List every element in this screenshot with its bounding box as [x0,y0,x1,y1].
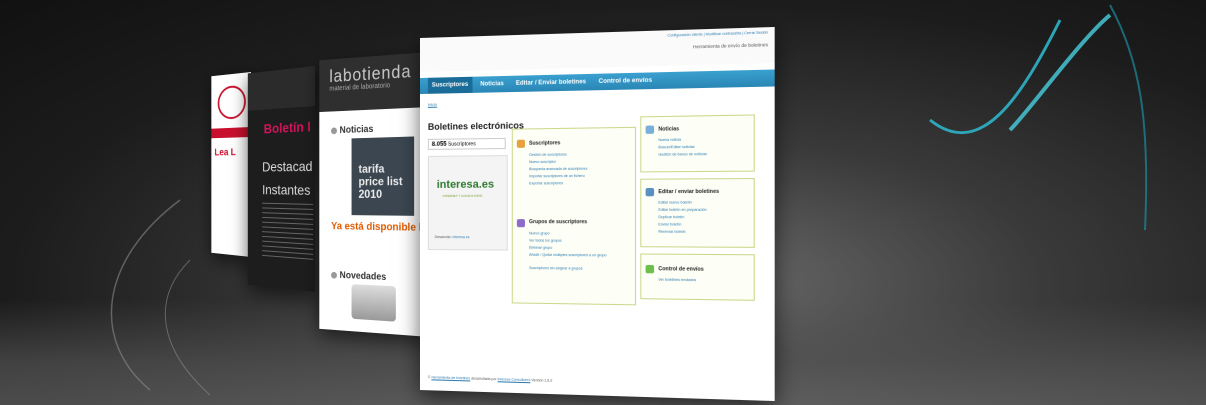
product-image [351,284,396,322]
dark-header [247,66,315,111]
main-nav: Suscriptores Noticias Editar / Enviar bo… [420,69,775,94]
interesa-logo: interesa.es [436,178,495,191]
subscribers-panel: Suscriptores Gestión de suscriptores Nue… [511,126,637,306]
section-title: Noticias [658,126,680,133]
showcase-background: Lea L Boletín I Destacad Instantes labot… [0,0,1206,405]
footer-tool-link[interactable]: Herramienta de boletines [431,375,470,380]
link[interactable]: Eliminar grupo [529,246,552,250]
footer-company-link[interactable]: Interesa Consultores [498,377,531,382]
newsletter-preview-red: Lea L [211,72,251,257]
link[interactable]: Ver todos los grupos [529,238,562,242]
section-title: Control de envíos [658,266,704,273]
news-icon [645,125,655,134]
edit-send-panel: Editar / enviar boletines Editar nuevo b… [640,177,755,248]
link[interactable]: Ver boletines enviados [658,278,696,283]
bullet-icon [331,271,337,279]
red-band [211,127,251,139]
link[interactable]: Nueva noticia [658,138,681,142]
headline: Ya está disponible la t [331,220,430,235]
link[interactable]: Gestión de suscriptores [529,152,567,156]
edit-icon [645,187,655,197]
brand-slogan: INTERNET Y CONSULTORÍA [442,193,483,198]
link[interactable]: Duplicar boletín [658,215,684,219]
link[interactable]: Reenviar boletín [658,230,685,234]
users-icon [516,139,525,148]
breadcrumb[interactable]: Inicio [428,102,437,107]
section-title: Grupos de suscriptores [529,219,588,226]
group-icon [516,219,525,228]
section-title: Editar / enviar boletines [658,188,720,196]
link[interactable]: Buscar/Editar noticias [658,145,694,150]
link[interactable]: Nuevo grupo [529,231,550,235]
developed-by: Desarrollo: interesa.es [434,235,470,240]
link[interactable]: Gestión de banco de noticias [658,152,707,157]
link[interactable]: Añadir / Quitar múltiples suscriptores a… [529,253,629,258]
newsletter-tool-window: Configuración cliente | Modificar contra… [420,26,775,402]
link[interactable]: Suscriptores sin asignar a grupos [529,266,582,271]
link[interactable]: Búsqueda avanzada de suscriptores [529,167,587,172]
section-novedades: Novedades [331,270,386,283]
developer-link[interactable]: interesa.es [453,235,470,239]
link[interactable]: Editar boletín en preparación [658,208,706,212]
tab-noticias[interactable]: Noticias [476,76,508,93]
price-list-text: tarifa price list 2010 [358,161,403,201]
section-title: Suscriptores [529,140,561,147]
newsletter-preview-dark: Boletín I Destacad Instantes [247,66,315,292]
link[interactable]: Importar suscriptores de un fichero [529,174,585,178]
section-noticias: Noticias [331,124,373,136]
newsletter-preview-labotienda: labotienda material de laboratorio Notic… [319,52,430,337]
subscriber-counter: 8.055 Suscriptores [427,137,506,150]
preview-line: Destacad [262,158,313,175]
link[interactable]: Exportar suscriptores [529,181,563,185]
check-icon [645,264,655,274]
bullet-icon [331,127,337,135]
tab-control-envios[interactable]: Control de envíos [594,72,656,90]
link[interactable]: Nuevo suscriptor [529,160,556,164]
preview-title: Boletín I [263,118,311,137]
tab-editar-enviar[interactable]: Editar / Enviar boletines [512,74,590,92]
news-panel: Noticias Nueva noticia Buscar/Editar not… [640,114,755,173]
delivery-control-panel: Control de envíos Ver boletines enviados [640,253,755,301]
tab-suscriptores[interactable]: Suscriptores [427,76,473,94]
brand-panel: interesa.es INTERNET Y CONSULTORÍA Desar… [427,155,508,251]
preview-line: Instantes [262,181,311,198]
page-title: Boletines electrónicos [427,120,524,132]
preview-text-block [262,202,314,264]
preview-heading: Lea L [214,147,236,159]
footer: © Herramienta de boletines desarrollada … [427,375,553,383]
link[interactable]: Editar nuevo boletín [658,200,691,204]
link[interactable]: Enviar boletín [658,222,681,226]
decorative-circle [217,84,246,120]
